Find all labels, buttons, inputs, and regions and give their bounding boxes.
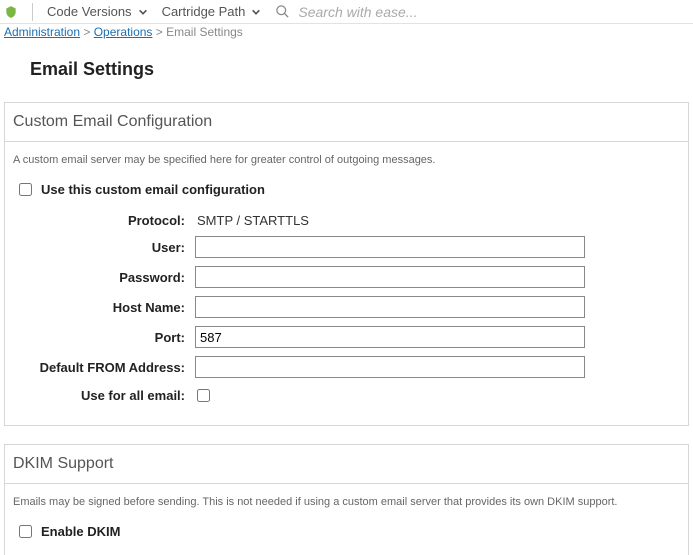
breadcrumb-current: Email Settings	[166, 25, 243, 39]
panel-header: DKIM Support	[5, 445, 688, 484]
dropdown-label: Code Versions	[47, 4, 132, 19]
port-label: Port:	[5, 330, 195, 345]
breadcrumb: Administration > Operations > Email Sett…	[0, 24, 693, 45]
shield-icon	[4, 4, 18, 20]
user-label: User:	[5, 240, 195, 255]
search-icon	[275, 4, 290, 19]
search-input[interactable]	[296, 3, 685, 21]
enable-dkim-checkbox[interactable]	[19, 525, 32, 538]
chevron-down-icon	[251, 7, 261, 17]
panel-desc: Emails may be signed before sending. Thi…	[5, 484, 688, 522]
page-title: Email Settings	[30, 59, 693, 80]
panel-header: Custom Email Configuration	[5, 103, 688, 142]
protocol-label: Protocol:	[5, 213, 195, 228]
port-input[interactable]	[195, 326, 585, 348]
enable-dkim-label: Enable DKIM	[41, 524, 120, 539]
use-custom-checkbox[interactable]	[19, 183, 32, 196]
password-label: Password:	[5, 270, 195, 285]
search-wrap	[275, 3, 685, 21]
protocol-value: SMTP / STARTTLS	[195, 213, 309, 228]
password-input[interactable]	[195, 266, 585, 288]
breadcrumb-sep: >	[83, 25, 93, 39]
breadcrumb-administration[interactable]: Administration	[4, 25, 80, 39]
hostname-label: Host Name:	[5, 300, 195, 315]
dropdown-label: Cartridge Path	[162, 4, 246, 19]
divider	[32, 3, 33, 21]
use-all-checkbox[interactable]	[197, 389, 210, 402]
hostname-input[interactable]	[195, 296, 585, 318]
form-table: Protocol: SMTP / STARTTLS User: Password…	[5, 213, 688, 425]
from-address-label: Default FROM Address:	[5, 360, 195, 375]
panel-desc: A custom email server may be specified h…	[5, 142, 688, 180]
use-all-label: Use for all email:	[5, 388, 195, 403]
breadcrumb-operations[interactable]: Operations	[94, 25, 153, 39]
code-versions-dropdown[interactable]: Code Versions	[47, 4, 148, 19]
custom-email-panel: Custom Email Configuration A custom emai…	[4, 102, 689, 426]
topbar: Code Versions Cartridge Path	[0, 0, 693, 24]
breadcrumb-sep: >	[156, 25, 166, 39]
dkim-panel: DKIM Support Emails may be signed before…	[4, 444, 689, 555]
cartridge-path-dropdown[interactable]: Cartridge Path	[162, 4, 262, 19]
use-custom-row: Use this custom email configuration	[5, 180, 688, 213]
user-input[interactable]	[195, 236, 585, 258]
enable-dkim-row: Enable DKIM	[5, 522, 688, 555]
use-custom-label: Use this custom email configuration	[41, 182, 265, 197]
chevron-down-icon	[138, 7, 148, 17]
from-address-input[interactable]	[195, 356, 585, 378]
